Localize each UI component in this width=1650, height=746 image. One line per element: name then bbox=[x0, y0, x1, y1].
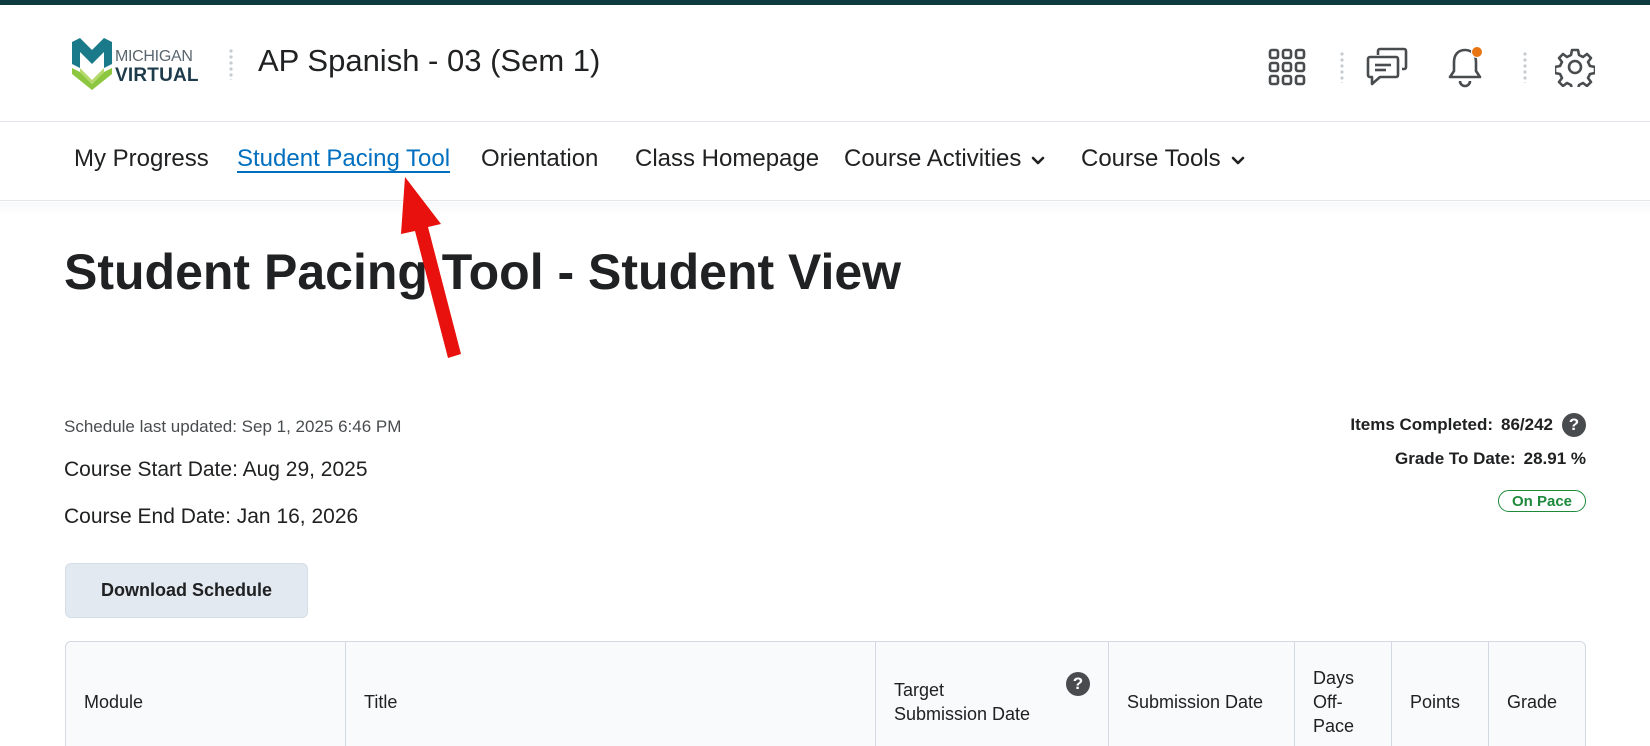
column-header-grade[interactable]: Grade bbox=[1489, 642, 1585, 746]
grade-to-date-label: Grade To Date: bbox=[1395, 449, 1516, 468]
header-divider bbox=[1523, 51, 1527, 83]
help-icon[interactable]: ? bbox=[1066, 672, 1090, 696]
logo-text-virtual: VIRTUAL bbox=[115, 65, 199, 86]
header-divider bbox=[229, 48, 233, 80]
apps-grid-icon bbox=[1268, 48, 1306, 86]
nav-label: Student Pacing Tool bbox=[237, 145, 451, 172]
messages-icon bbox=[1366, 47, 1408, 86]
schedule-last-updated: Schedule last updated: Sep 1, 2025 6:46 … bbox=[64, 417, 402, 436]
page-title: Student Pacing Tool - Student View bbox=[64, 244, 902, 300]
nav-label: Orientation bbox=[481, 145, 599, 172]
column-header-label: Points bbox=[1410, 692, 1461, 712]
course-start-date: Course Start Date: Aug 29, 2025 bbox=[64, 458, 368, 481]
chevron-down-icon bbox=[1231, 156, 1244, 165]
course-end-date: Course End Date: Jan 16, 2026 bbox=[64, 505, 359, 528]
logo-mark-icon bbox=[72, 38, 112, 90]
nav-label: Class Homepage bbox=[635, 145, 820, 172]
on-pace-status-badge: On Pace bbox=[1497, 490, 1586, 512]
nav-class-homepage[interactable]: Class Homepage bbox=[635, 145, 819, 173]
schedule-table: Module Title Target Submission Date ? Su… bbox=[65, 641, 1586, 746]
column-header-label: Grade bbox=[1507, 692, 1558, 712]
column-header-label: Target Submission Date bbox=[894, 680, 1031, 724]
nav-course-tools[interactable]: Course Tools bbox=[1081, 145, 1245, 173]
nav-orientation[interactable]: Orientation bbox=[481, 145, 598, 173]
settings-gear-icon bbox=[1555, 48, 1595, 87]
column-header-label: Module bbox=[84, 692, 144, 712]
nav-label: My Progress bbox=[74, 145, 209, 172]
nav-student-pacing-tool[interactable]: Student Pacing Tool bbox=[237, 145, 450, 173]
column-header-title[interactable]: Title bbox=[346, 642, 876, 746]
items-completed-label: Items Completed: bbox=[1350, 415, 1493, 434]
messages-button[interactable] bbox=[1365, 45, 1409, 89]
notifications-button[interactable] bbox=[1443, 45, 1487, 89]
nav-label: Course Tools bbox=[1081, 145, 1221, 172]
items-completed-value: 86/242 bbox=[1501, 415, 1553, 434]
header-divider bbox=[1340, 51, 1344, 83]
course-title[interactable]: AP Spanish - 03 (Sem 1) bbox=[258, 43, 600, 79]
items-completed: Items Completed: 86/242 ? bbox=[1350, 413, 1586, 437]
download-schedule-button[interactable]: Download Schedule bbox=[65, 563, 308, 618]
michigan-virtual-logo[interactable]: MICHIGAN VIRTUAL bbox=[72, 38, 207, 96]
column-header-points[interactable]: Points bbox=[1392, 642, 1489, 746]
column-header-days-off-pace[interactable]: Days Off-Pace bbox=[1295, 642, 1392, 746]
column-header-label: Days Off-Pace bbox=[1313, 668, 1355, 736]
logo-text-michigan: MICHIGAN bbox=[115, 48, 193, 65]
notification-dot bbox=[1471, 46, 1483, 58]
column-header-submission-date[interactable]: Submission Date bbox=[1109, 642, 1295, 746]
grade-to-date: Grade To Date: 28.91 % bbox=[1395, 449, 1586, 469]
column-header-module[interactable]: Module bbox=[66, 642, 346, 746]
apps-grid-button[interactable] bbox=[1265, 45, 1309, 89]
column-header-target-submission-date[interactable]: Target Submission Date ? bbox=[876, 642, 1109, 746]
settings-button[interactable] bbox=[1553, 45, 1597, 89]
column-header-label: Submission Date bbox=[1127, 692, 1264, 712]
nav-course-activities[interactable]: Course Activities bbox=[844, 145, 1045, 173]
column-header-label: Title bbox=[364, 692, 398, 712]
course-navbar: My Progress Student Pacing Tool Orientat… bbox=[0, 123, 1650, 201]
nav-my-progress[interactable]: My Progress bbox=[74, 145, 209, 173]
help-icon[interactable]: ? bbox=[1562, 413, 1586, 437]
header-bar: MICHIGAN VIRTUAL AP Spanish - 03 (Sem 1) bbox=[0, 5, 1650, 122]
grade-to-date-value: 28.91 % bbox=[1523, 449, 1586, 468]
nav-label: Course Activities bbox=[844, 145, 1022, 172]
chevron-down-icon bbox=[1032, 156, 1045, 165]
